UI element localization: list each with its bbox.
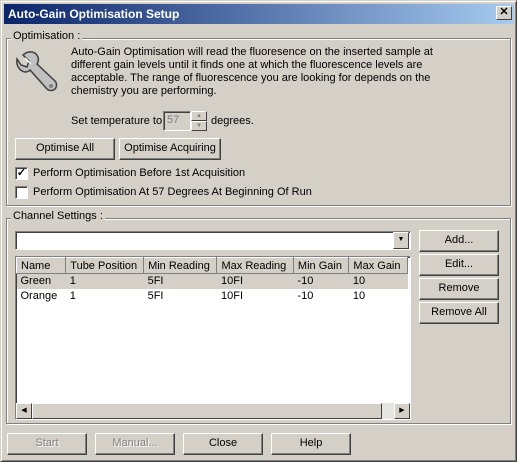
table-row[interactable]: Green 1 5FI 10FI -10 10 bbox=[16, 273, 408, 289]
dialog-window: Auto-Gain Optimisation Setup ✕ Optimisat… bbox=[0, 0, 517, 462]
add-button-label: Add... bbox=[444, 234, 474, 246]
temperature-value: 57 bbox=[167, 114, 180, 126]
checkbox-before-acquisition-label[interactable]: Perform Optimisation Before 1st Acquisit… bbox=[33, 167, 245, 179]
column-header-min-reading[interactable]: Min Reading bbox=[143, 257, 218, 274]
column-header-max-gain[interactable]: Max Gain bbox=[348, 257, 408, 274]
optimise-all-button[interactable]: Optimise All bbox=[15, 138, 115, 160]
remove-button[interactable]: Remove bbox=[419, 278, 499, 300]
cell-min-reading: 5FI bbox=[143, 273, 217, 289]
channel-table-header: Name Tube Position Min Reading Max Readi… bbox=[16, 257, 408, 274]
checkbox-before-acquisition[interactable]: ✓ bbox=[15, 167, 28, 180]
spin-up-icon[interactable]: ▲ bbox=[191, 111, 207, 121]
description-line-4: chemistry you are performing. bbox=[71, 85, 217, 97]
cell-max-reading: 10FI bbox=[216, 273, 294, 289]
cell-min-gain: -10 bbox=[297, 290, 314, 302]
edit-button-label: Edit... bbox=[444, 258, 474, 270]
check-mark-icon: ✓ bbox=[16, 167, 27, 179]
spin-down-icon[interactable]: ▼ bbox=[191, 121, 207, 131]
column-header-tube-position[interactable]: Tube Position bbox=[65, 257, 145, 274]
close-button[interactable]: Close bbox=[183, 433, 263, 455]
cell-name: Green bbox=[16, 273, 66, 289]
remove-button-label: Remove bbox=[438, 282, 480, 294]
column-header-name[interactable]: Name bbox=[16, 257, 67, 274]
remove-all-button-label: Remove All bbox=[431, 306, 487, 318]
temperature-unit: degrees. bbox=[211, 115, 254, 127]
cell-max-gain: 10 bbox=[348, 273, 408, 289]
cell-tube-position: 1 bbox=[69, 290, 76, 302]
title-bar[interactable]: Auto-Gain Optimisation Setup ✕ bbox=[4, 4, 514, 24]
cell-name: Orange bbox=[20, 290, 58, 302]
add-button[interactable]: Add... bbox=[419, 230, 499, 252]
checkbox-at-57-degrees[interactable] bbox=[15, 186, 28, 199]
channel-list[interactable]: Name Tube Position Min Reading Max Readi… bbox=[15, 256, 411, 420]
column-header-max-reading[interactable]: Max Reading bbox=[216, 257, 294, 274]
scroll-left-icon[interactable]: ◀ bbox=[16, 403, 32, 419]
window-title: Auto-Gain Optimisation Setup bbox=[8, 7, 180, 21]
help-button[interactable]: Help bbox=[271, 433, 351, 455]
optimisation-group-label: Optimisation : bbox=[11, 30, 83, 42]
channel-settings-group-label: Channel Settings : bbox=[11, 210, 105, 222]
description-line-2: different gain levels until it finds one… bbox=[71, 59, 423, 71]
description-line-1: Auto-Gain Optimisation will read the flu… bbox=[71, 46, 433, 58]
cell-max-reading: 10FI bbox=[220, 290, 243, 302]
checkbox-at-57-degrees-label[interactable]: Perform Optimisation At 57 Degrees At Be… bbox=[33, 186, 312, 198]
temperature-input[interactable]: 57 bbox=[163, 111, 191, 131]
scroll-thumb[interactable] bbox=[32, 403, 382, 419]
cell-tube-position: 1 bbox=[65, 273, 144, 289]
optimise-acquiring-button[interactable]: Optimise Acquiring bbox=[119, 138, 221, 160]
wrench-icon bbox=[16, 51, 58, 92]
close-window-button[interactable]: ✕ bbox=[496, 6, 512, 20]
cell-min-reading: 5FI bbox=[147, 290, 164, 302]
temperature-spinner[interactable]: ▲ ▼ bbox=[191, 111, 207, 131]
horizontal-scrollbar[interactable]: ◀ ▶ bbox=[16, 403, 410, 419]
start-button[interactable]: Start bbox=[7, 433, 87, 455]
temperature-label: Set temperature to bbox=[71, 115, 163, 127]
channel-dropdown[interactable]: ▼ bbox=[15, 231, 411, 250]
scroll-right-icon[interactable]: ▶ bbox=[394, 403, 410, 419]
cell-max-gain: 10 bbox=[352, 290, 366, 302]
cell-min-gain: -10 bbox=[293, 273, 349, 289]
description-line-3: acceptable. The range of fluorescence yo… bbox=[71, 72, 431, 84]
manual-button[interactable]: Manual... bbox=[95, 433, 175, 455]
dropdown-arrow-icon[interactable]: ▼ bbox=[393, 232, 409, 249]
column-header-min-gain[interactable]: Min Gain bbox=[292, 257, 350, 274]
remove-all-button[interactable]: Remove All bbox=[419, 302, 499, 324]
edit-button[interactable]: Edit... bbox=[419, 254, 499, 276]
table-row[interactable]: Orange 1 5FI 10FI -10 10 bbox=[17, 289, 408, 304]
channel-table: Name Tube Position Min Reading Max Readi… bbox=[16, 257, 408, 304]
